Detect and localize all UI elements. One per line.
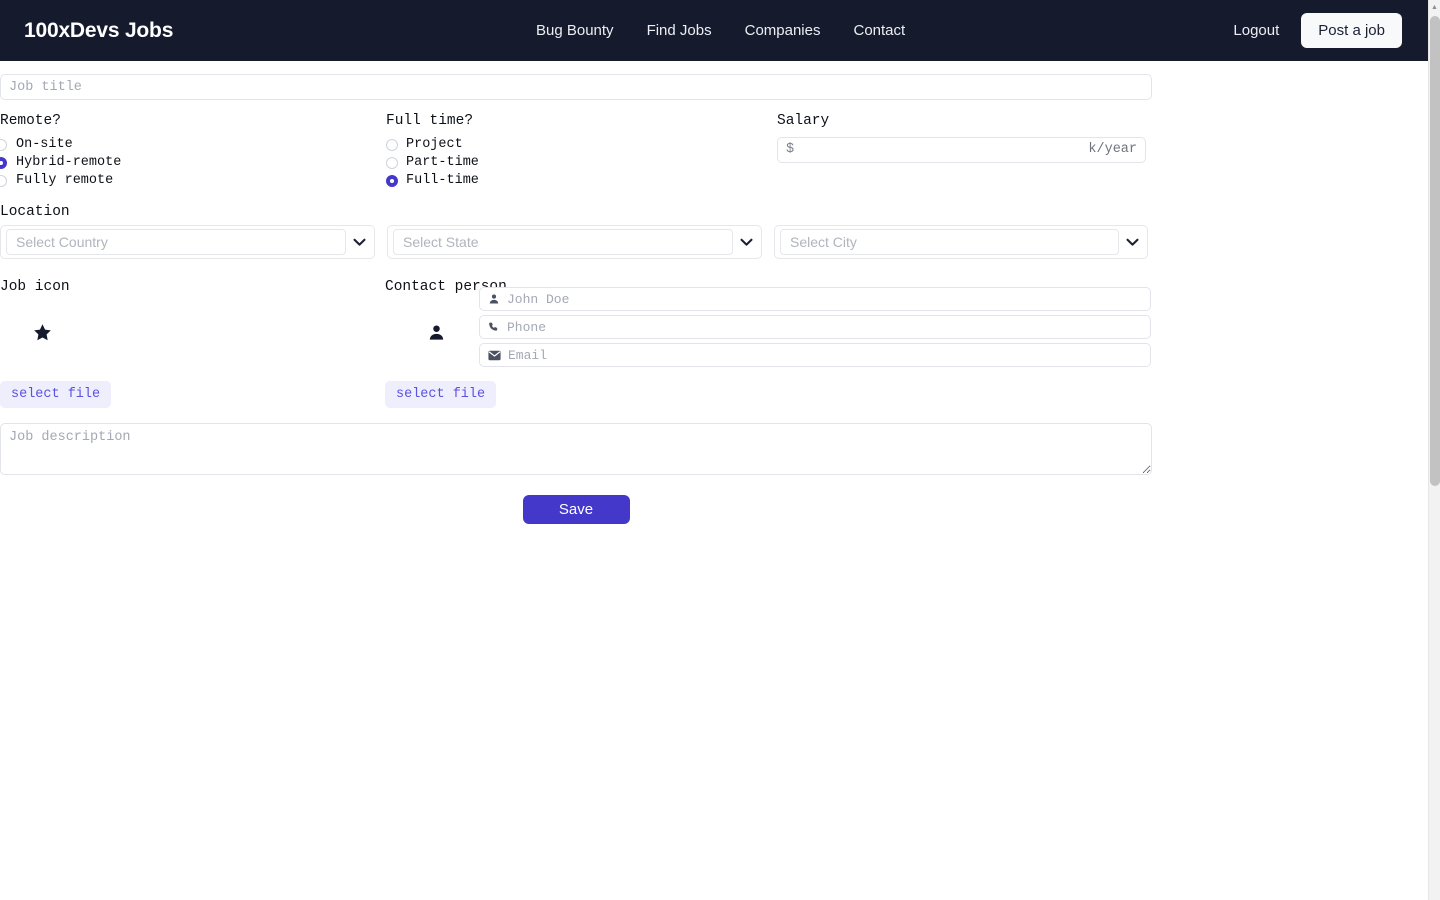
chevron-down-icon xyxy=(350,238,368,247)
fulltime-option-label: Part-time xyxy=(406,155,479,170)
location-selects-row: Select Country Select State Select City xyxy=(0,225,1152,259)
radio-on-site[interactable] xyxy=(0,138,7,151)
salary-legend: Salary xyxy=(777,113,830,129)
job-attributes-row: Remote? On-site Hybrid-remote Fully remo… xyxy=(0,114,1152,190)
remote-option-fully-remote[interactable]: Fully remote xyxy=(0,172,386,190)
job-description-textarea[interactable] xyxy=(0,423,1152,475)
logout-link[interactable]: Logout xyxy=(1233,22,1279,39)
contact-name-field[interactable]: John Doe xyxy=(479,287,1151,311)
fulltime-option-label: Project xyxy=(406,137,463,152)
salary-unit-label: k/year xyxy=(1088,142,1137,157)
remote-option-hybrid-remote[interactable]: Hybrid-remote xyxy=(0,154,386,172)
remote-option-label: Fully remote xyxy=(16,173,114,188)
chevron-down-icon xyxy=(1123,238,1141,247)
media-and-contact-row: Job icon Contact person John Doe Phone E… xyxy=(0,280,1152,367)
main-navigation: Bug Bounty Find Jobs Companies Contact xyxy=(536,22,905,39)
fulltime-option-part-time[interactable]: Part-time xyxy=(386,154,777,172)
file-buttons-row: select file select file xyxy=(0,381,1152,408)
remote-option-label: On-site xyxy=(16,137,73,152)
scrollbar-thumb[interactable] xyxy=(1430,16,1440,486)
remote-option-on-site[interactable]: On-site xyxy=(0,136,386,154)
contact-phone-placeholder: Phone xyxy=(507,319,547,335)
envelope-icon xyxy=(488,350,501,360)
job-icon-legend: Job icon xyxy=(0,279,70,295)
site-header: 100xDevs Jobs Bug Bounty Find Jobs Compa… xyxy=(0,0,1428,61)
salary-field[interactable]: $ k/year xyxy=(777,136,1146,163)
radio-part-time[interactable] xyxy=(386,156,398,169)
vertical-scrollbar[interactable]: ▲ xyxy=(1428,0,1440,900)
person-icon xyxy=(489,294,499,304)
remote-option-label: Hybrid-remote xyxy=(16,155,122,170)
radio-full-time[interactable] xyxy=(386,174,398,187)
country-select-value: Select Country xyxy=(6,229,346,255)
star-icon xyxy=(34,324,51,341)
contact-select-file-button[interactable]: select file xyxy=(385,381,497,408)
save-button-row: Save xyxy=(0,495,1152,524)
fulltime-option-full-time[interactable]: Full-time xyxy=(386,172,777,190)
location-legend: Location xyxy=(0,203,70,220)
job-post-form: Remote? On-site Hybrid-remote Fully remo… xyxy=(0,61,1152,524)
fulltime-legend: Full time? xyxy=(386,113,474,129)
radio-fully-remote[interactable] xyxy=(0,174,7,187)
save-button[interactable]: Save xyxy=(522,495,630,524)
salary-group: Salary $ k/year xyxy=(777,114,1152,190)
contact-person-avatar xyxy=(385,305,479,361)
contact-file-col: select file xyxy=(385,381,497,408)
main-content: Remote? On-site Hybrid-remote Fully remo… xyxy=(0,61,1440,524)
job-icon-select-file-button[interactable]: select file xyxy=(0,381,112,408)
contact-email-placeholder: Email xyxy=(508,347,548,363)
salary-input[interactable] xyxy=(794,142,1089,157)
header-actions: Logout Post a job xyxy=(1233,13,1402,48)
contact-fields: John Doe Phone Email xyxy=(479,287,1151,367)
remote-group: Remote? On-site Hybrid-remote Fully remo… xyxy=(0,114,386,190)
contact-person-group: Contact person John Doe Phone Email xyxy=(385,280,1152,367)
fulltime-radio-list: Project Part-time Full-time xyxy=(386,136,777,190)
job-title-input[interactable] xyxy=(0,74,1152,100)
nav-bug-bounty[interactable]: Bug Bounty xyxy=(536,22,614,39)
post-a-job-button[interactable]: Post a job xyxy=(1301,13,1402,48)
phone-icon xyxy=(489,322,498,331)
page-root: 100xDevs Jobs Bug Bounty Find Jobs Compa… xyxy=(0,0,1440,900)
currency-symbol-icon: $ xyxy=(786,142,795,157)
chevron-down-icon xyxy=(737,238,755,247)
scroll-up-arrow-icon[interactable]: ▲ xyxy=(1429,0,1440,14)
country-select[interactable]: Select Country xyxy=(0,225,375,259)
contact-email-field[interactable]: Email xyxy=(479,343,1151,367)
fulltime-group: Full time? Project Part-time Full-time xyxy=(386,114,777,190)
person-icon xyxy=(429,325,443,340)
job-icon-preview xyxy=(0,305,385,361)
contact-phone-field[interactable]: Phone xyxy=(479,315,1151,339)
site-brand[interactable]: 100xDevs Jobs xyxy=(24,19,173,43)
nav-find-jobs[interactable]: Find Jobs xyxy=(647,22,712,39)
state-select[interactable]: Select State xyxy=(387,225,762,259)
fulltime-option-project[interactable]: Project xyxy=(386,136,777,154)
city-select-value: Select City xyxy=(780,229,1119,255)
remote-radio-list: On-site Hybrid-remote Fully remote xyxy=(0,136,386,190)
remote-legend: Remote? xyxy=(0,113,61,129)
fulltime-option-label: Full-time xyxy=(406,173,479,188)
radio-project[interactable] xyxy=(386,138,398,151)
state-select-value: Select State xyxy=(393,229,733,255)
nav-companies[interactable]: Companies xyxy=(745,22,821,39)
contact-person-legend: Contact person xyxy=(385,279,507,295)
radio-hybrid-remote[interactable] xyxy=(0,156,7,169)
contact-name-placeholder: John Doe xyxy=(507,291,570,307)
city-select[interactable]: Select City xyxy=(774,225,1148,259)
nav-contact[interactable]: Contact xyxy=(853,22,905,39)
job-icon-file-col: select file xyxy=(0,381,385,408)
job-icon-group: Job icon xyxy=(0,280,385,367)
